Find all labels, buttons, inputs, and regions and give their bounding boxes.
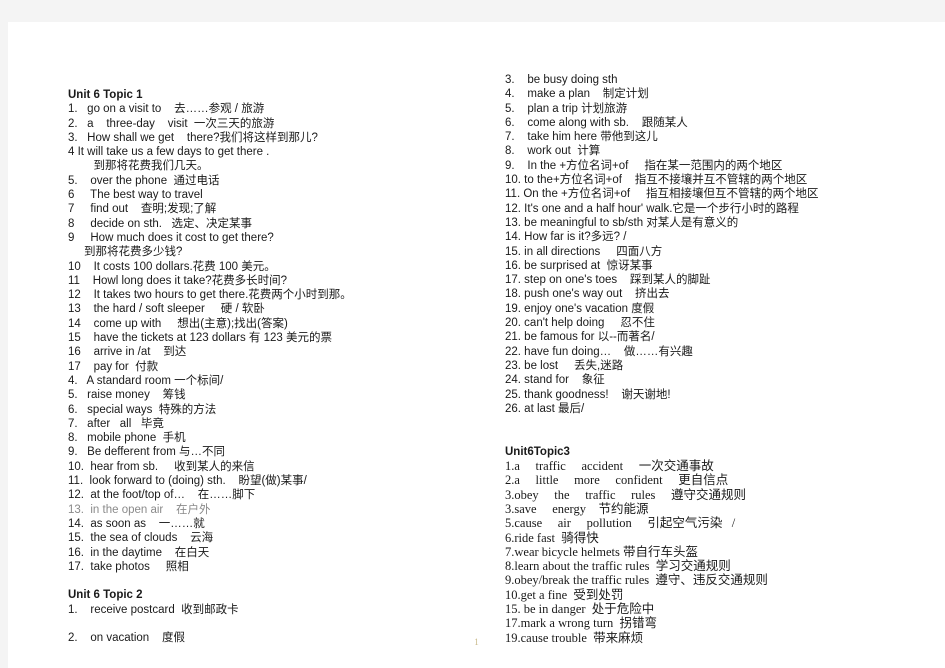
left-text-column: Unit 6 Topic 1 1. go on a visit to 去……参观 …: [68, 22, 488, 646]
left-column-line: 15 have the tickets at 123 dollars 有 123…: [68, 332, 332, 345]
left-column-line: 10. hear from sb. 收到某人的来信: [68, 460, 255, 473]
right-column-line: 22. have fun doing… 做……有兴趣: [505, 345, 693, 358]
left-column-line: 9 How much does it cost to get there?: [68, 231, 274, 244]
left-column-line: 12. at the foot/top of… 在……脚下: [68, 489, 256, 502]
right-column-line: 21. be famous for 以--而著名/: [505, 331, 655, 344]
left-column-line: 13 the hard / soft sleeper 硬 / 软卧: [68, 303, 265, 316]
right-column-blank-line: [505, 416, 935, 430]
left-column-line: 16 arrive in /at 到达: [68, 346, 187, 359]
left-column-line: 1. receive postcard 收到邮政卡: [68, 603, 239, 616]
left-column-line: 7. after all 毕竟: [68, 417, 164, 430]
left-column-line: 13. in the open air 在户外: [68, 503, 211, 516]
left-column-line: 3. How shall we get there?我们将这样到那儿?: [68, 131, 318, 144]
left-column-line: 14. as soon as 一……就: [68, 517, 205, 530]
right-column-line: 8.learn about the traffic rules 学习交通规则: [505, 559, 731, 574]
left-column-line: 15. the sea of clouds 云海: [68, 532, 214, 545]
left-column-line: 6. special ways 特殊的方法: [68, 403, 217, 416]
right-column-line: 4. make a plan 制定计划: [505, 88, 649, 101]
left-column-line: 10 It costs 100 dollars.花费 100 美元。: [68, 260, 276, 273]
left-column-line: 11. look forward to (doing) sth. 盼望(做)某事…: [68, 475, 307, 488]
left-column-line: 12 It takes two hours to get there.花费两个小…: [68, 289, 352, 302]
left-column-line: Unit 6 Topic 1: [68, 89, 143, 101]
left-column-line: 17. take photos 照相: [68, 560, 189, 573]
right-column-line: 23. be lost 丢失,迷路: [505, 359, 624, 372]
left-column-line: 6 The best way to travel: [68, 189, 203, 202]
right-column-line: 7. take him here 带他到这儿: [505, 131, 658, 144]
right-column-line: 9. In the +方位名词+of 指在某一范围内的两个地区: [505, 159, 783, 172]
right-column-line: 3. be busy doing sth: [505, 74, 618, 86]
right-column-line: 12. It's one and a half hour' walk.它是一个步…: [505, 202, 799, 215]
right-column-line: 26. at last 最后/: [505, 402, 585, 415]
left-column-line: 1. go on a visit to 去……参观 / 旅游: [68, 103, 265, 116]
right-column-line: 15. be in danger 处于危险中: [505, 601, 655, 616]
right-column-line: 19. enjoy one's vacation 度假: [505, 302, 655, 315]
left-column-line: 17 pay for 付款: [68, 360, 159, 373]
left-column-blank-line: [68, 574, 488, 588]
right-column-line: 3.save energy 节约能源: [505, 501, 649, 516]
right-column-blank-line: [505, 430, 935, 444]
right-text-column: 3. be busy doing sth 4. make a plan 制定计划 5…: [505, 22, 935, 645]
left-column-line: Unit 6 Topic 2: [68, 589, 143, 602]
right-column-line: 10. to the+方位名词+of 指互不接壤并互不管辖的两个地区: [505, 174, 808, 187]
left-column-line: 4 It will take us a few days to get ther…: [68, 146, 270, 159]
right-column-line: 5.cause air pollution 引起空气污染 /: [505, 516, 736, 531]
left-column-line: 8 decide on sth. 选定、决定某事: [68, 217, 253, 230]
right-column-line: 3.obey the traffic rules 遵守交通规则: [505, 487, 747, 502]
left-column-blank-line: [68, 617, 488, 631]
left-column-line: 9. Be defferent from 与…不同: [68, 446, 226, 459]
right-column-line: 9.obey/break the traffic rules 遵守、违反交通规则: [505, 573, 768, 588]
left-column-line: 7 find out 查明;发现;了解: [68, 203, 217, 216]
page-number: 1: [474, 637, 479, 647]
right-column-line: 5. plan a trip 计划旅游: [505, 102, 628, 115]
right-column-line: 17.mark a wrong turn 拐错弯: [505, 616, 658, 631]
left-column-line: 到那将花费我们几天。: [68, 160, 209, 173]
right-column-line: 14. How far is it?多远? /: [505, 231, 627, 244]
left-column-line: 8. mobile phone 手机: [68, 432, 186, 445]
right-column-line: 25. thank goodness! 谢天谢地!: [505, 388, 671, 401]
right-column-line: 11. On the +方位名词+of 指互相接壤但互不管辖的两个地区: [505, 188, 819, 201]
right-column-line: 6.ride fast 骑得快: [505, 530, 599, 545]
right-column-line: 24. stand for 象征: [505, 374, 605, 387]
right-column-line: 6. come along with sb. 跟随某人: [505, 116, 688, 129]
right-column-line: 10.get a fine 受到处罚: [505, 587, 624, 602]
left-column-line: 4. A standard room 一个标间/: [68, 374, 224, 387]
left-column-line: 5. raise money 筹钱: [68, 389, 186, 402]
right-column-line: 2.a little more confident 更自信点: [505, 473, 729, 488]
right-column-line: 17. step on one's toes 踩到某人的脚趾: [505, 274, 711, 287]
right-column-line: 13. be meaningful to sb/sth 对某人是有意义的: [505, 216, 739, 229]
right-column-line: 7.wear bicycle helmets 带自行车头盔: [505, 544, 699, 559]
right-column-line: 8. work out 计算: [505, 145, 601, 158]
left-column-line: 11 Howl long does it take?花费多长时间?: [68, 274, 288, 287]
right-column-line: 1.a traffic accident 一次交通事故: [505, 459, 714, 474]
right-column-line: Unit6Topic3: [505, 445, 570, 458]
right-column-line: 20. can't help doing 忍不住: [505, 317, 655, 330]
left-column-line: 到那将花费多少钱?: [68, 246, 183, 259]
left-column-line: 5. over the phone 通过电话: [68, 174, 220, 187]
right-column-line: 16. be surprised at 惊讶某事: [505, 259, 653, 272]
left-column-line: 2. a three-day visit 一次三天的旅游: [68, 117, 275, 130]
right-column-line: 15. in all directions 四面八方: [505, 245, 663, 258]
document-page: Unit 6 Topic 1 1. go on a visit to 去……参观 …: [8, 22, 945, 668]
left-column-line: 16. in the daytime 在白天: [68, 546, 210, 559]
right-column-line: 18. push one's way out 挤出去: [505, 288, 670, 301]
left-column-line: 14 come up with 想出(主意);找出(答案): [68, 317, 288, 330]
